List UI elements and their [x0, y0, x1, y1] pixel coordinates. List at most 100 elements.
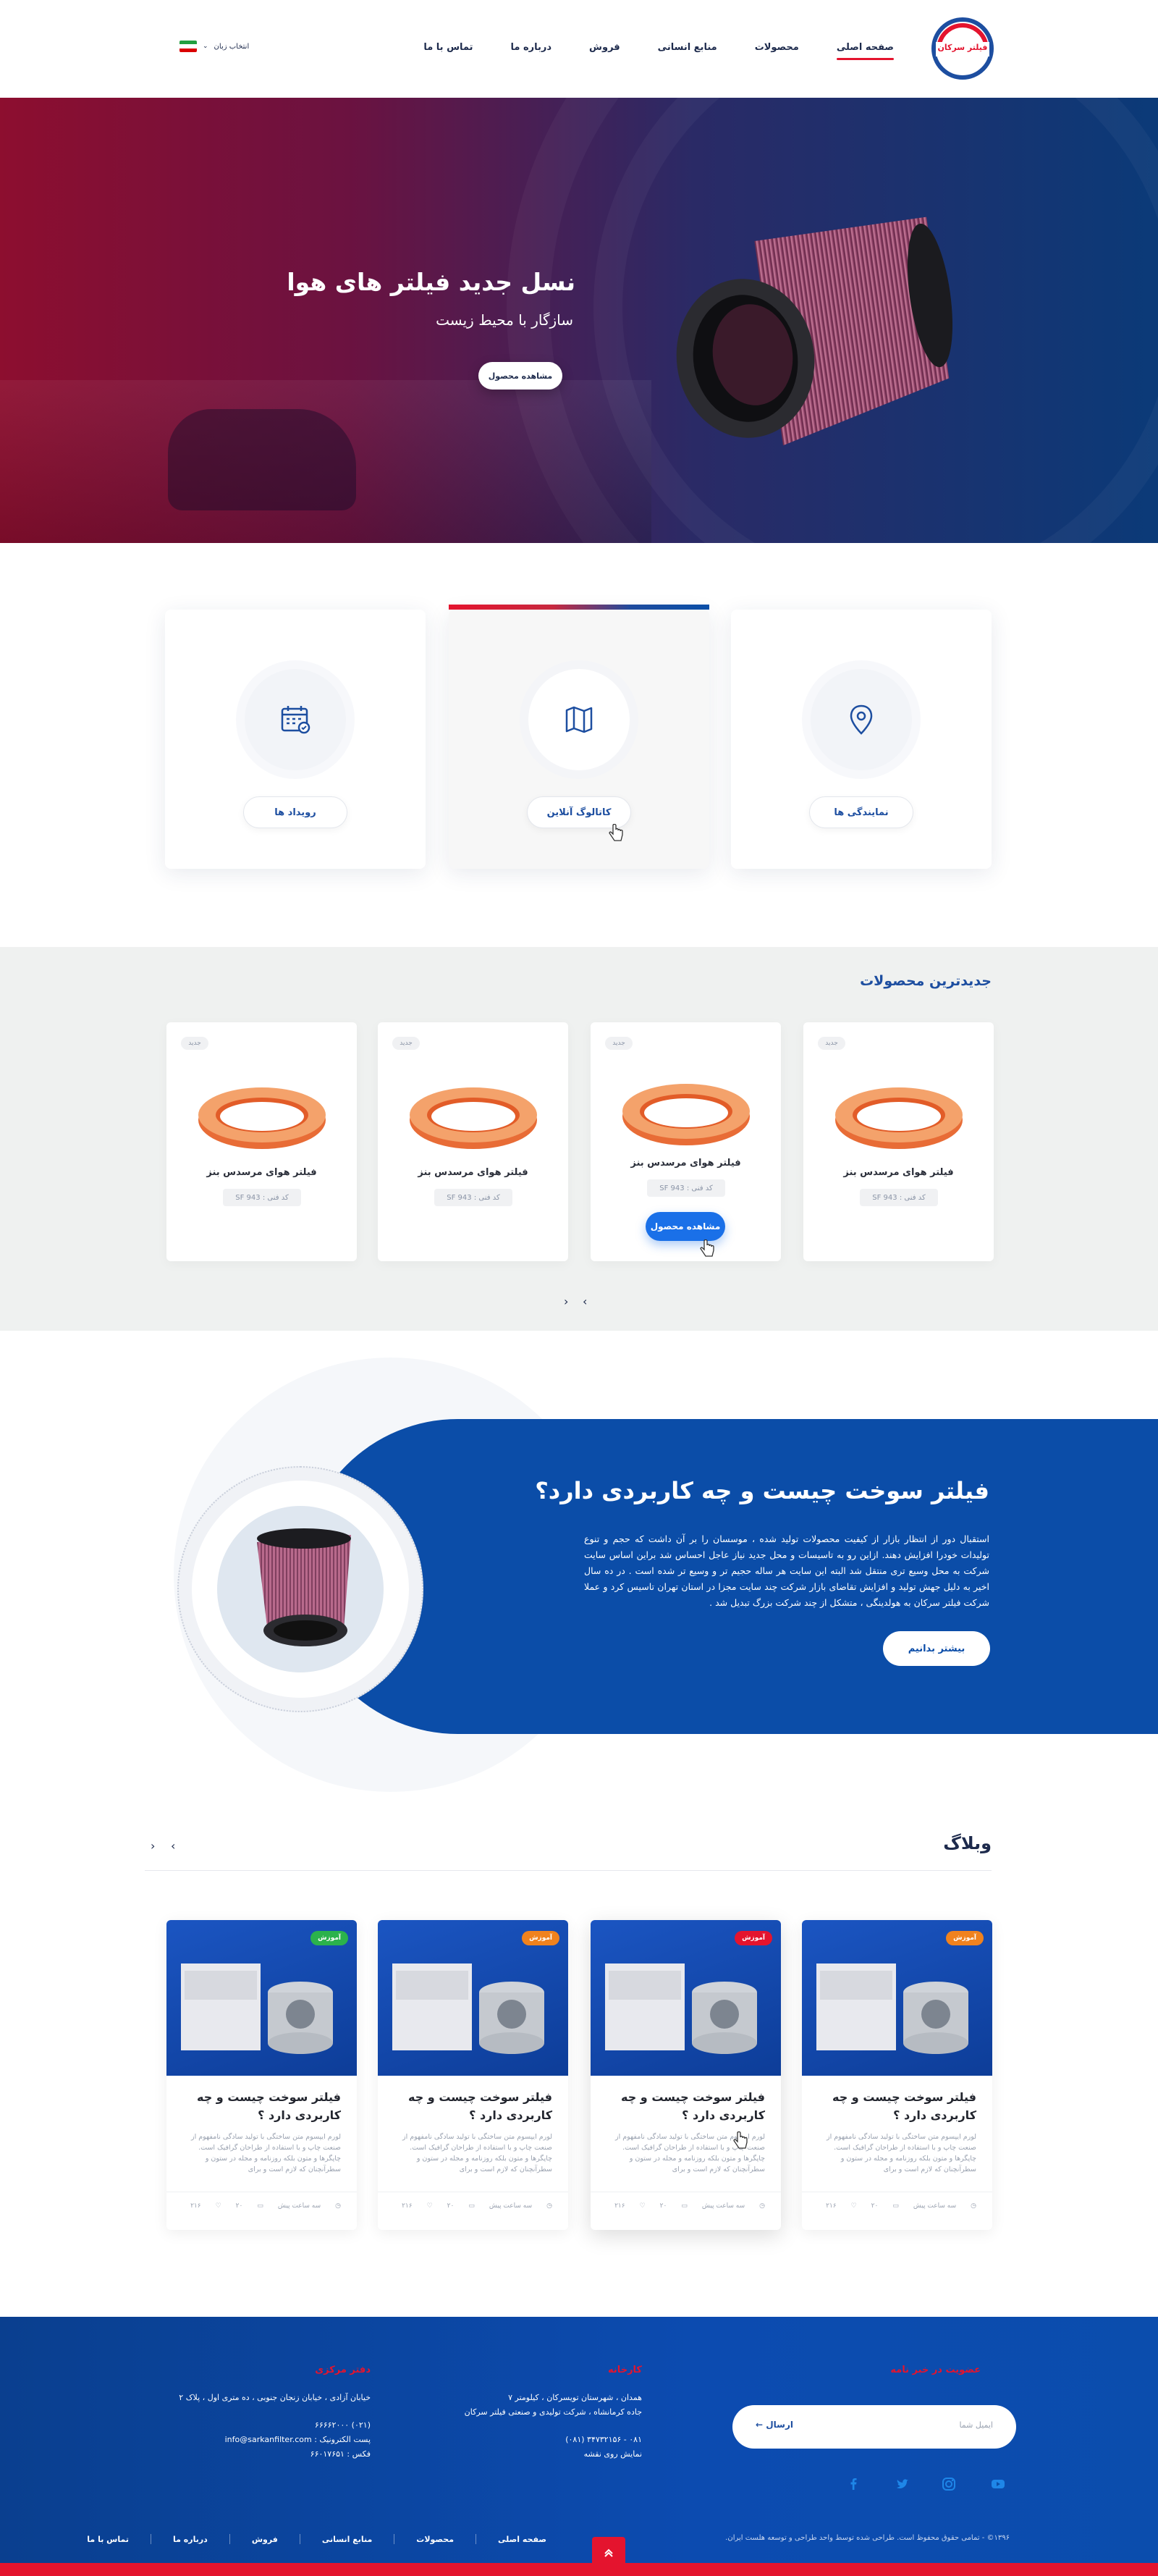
product-filter-image: [835, 1087, 963, 1149]
heart-icon[interactable]: ♡: [216, 2202, 221, 2210]
about-title: فیلتر سوخت چیست و چه کاربردی دارد؟: [535, 1477, 989, 1504]
footer-bottom-bar: [0, 2563, 1158, 2576]
latest-products-section: جدیدترین محصولات جدید فیلتر هوای مرسدس ب…: [0, 947, 1158, 1331]
blog-comments: ۲۰: [235, 2202, 243, 2210]
product-name: فیلتر هوای مرسدس بنز: [418, 1167, 528, 1178]
product-card[interactable]: جدید فیلتر هوای مرسدس بنز کد فنی : SF 94…: [803, 1022, 994, 1261]
heart-icon[interactable]: ♡: [851, 2202, 857, 2210]
blog-post-title[interactable]: فیلتر سوخت چیست و چه کاربردی دارد ؟: [393, 2088, 552, 2124]
blog-post-title[interactable]: فیلتر سوخت چیست و چه کاربردی دارد ؟: [606, 2088, 765, 2124]
newsletter-title: عضویت در خبر نامه: [890, 2365, 981, 2375]
chevron-left-icon[interactable]: ‹: [151, 1839, 155, 1853]
feature-card-events[interactable]: رویداد ها: [165, 610, 426, 869]
blog-meta: ◷ سه ساعت پیش ▭ ۲۰ ♡ ۲۱۶: [190, 2202, 341, 2210]
about-text: استقبال دور از انتظار بازار از کیفیت محص…: [584, 1533, 989, 1608]
product-card[interactable]: جدید فیلتر هوای مرسدس بنز کد فنی : SF 94…: [591, 1022, 781, 1261]
agencies-button[interactable]: نمایندگی ها: [809, 796, 913, 828]
product-filter-image: [410, 1087, 537, 1149]
iran-flag-icon: [179, 41, 197, 52]
events-button[interactable]: رویداد ها: [243, 796, 347, 828]
new-badge: جدید: [181, 1037, 208, 1050]
product-name: فیلتر هوای مرسدس بنز: [843, 1167, 954, 1178]
footer-nav-human-resources[interactable]: منابع انسانی: [322, 2535, 372, 2544]
back-to-top-button[interactable]: [592, 2537, 625, 2569]
blog-post-title[interactable]: فیلتر سوخت چیست و چه کاربردی دارد ؟: [182, 2088, 341, 2124]
heart-icon[interactable]: ♡: [640, 2202, 646, 2210]
new-badge: جدید: [392, 1037, 420, 1050]
newsletter-submit-button[interactable]: ارسال ←: [756, 2420, 793, 2430]
youtube-icon[interactable]: [990, 2476, 1006, 2492]
blog-time: سه ساعت پیش: [277, 2202, 321, 2210]
clock-icon: ◷: [759, 2202, 765, 2210]
comment-icon: ▭: [257, 2202, 263, 2210]
blog-tag[interactable]: آموزش: [522, 1931, 559, 1945]
arrow-left-icon: ←: [756, 2420, 764, 2430]
nav-products[interactable]: محصولات: [755, 42, 799, 53]
hand-cursor-icon: [733, 2131, 748, 2149]
office-address: خیابان آزادی ، خیابان زنجان جنوبی ، ده م…: [179, 2393, 371, 2402]
double-chevron-up-icon: [604, 2548, 613, 2557]
feature-card-agencies[interactable]: نمایندگی ها: [731, 610, 992, 869]
blog-card[interactable]: آموزش فیلتر سوخت چیست و چه کاربردی دارد …: [378, 1920, 568, 2230]
blog-post-title[interactable]: فیلتر سوخت چیست و چه کاربردی دارد ؟: [817, 2088, 976, 2124]
language-label: انتخاب زبان: [214, 42, 250, 51]
newsletter-email-input[interactable]: ایمیل شما: [959, 2420, 993, 2430]
newsletter-form: ایمیل شما ارسال ←: [732, 2405, 1016, 2449]
view-product-button[interactable]: مشاهده محصول: [478, 362, 562, 390]
hero-car-image: [168, 409, 356, 510]
factory-address-line-2: جاده کرمانشاه ، شرکت تولیدی و صنعتی فیلت…: [464, 2407, 642, 2417]
blog-tag[interactable]: آموزش: [946, 1931, 984, 1945]
blog-meta: ◷ سه ساعت پیش ▭ ۲۰ ♡ ۲۱۶: [402, 2202, 552, 2210]
product-card[interactable]: جدید فیلتر هوای مرسدس بنز کد فنی : SF 94…: [378, 1022, 568, 1261]
instagram-icon[interactable]: [941, 2476, 957, 2492]
main-nav: صفحه اصلی محصولات منابع انسانی فروش دربا…: [386, 42, 895, 60]
feature-icon-circle: [528, 669, 630, 770]
view-product-button[interactable]: مشاهده محصول: [646, 1212, 725, 1241]
blog-card[interactable]: آموزش فیلتر سوخت چیست و چه کاربردی دارد …: [166, 1920, 357, 2230]
site-logo[interactable]: فیلتر سرکان: [930, 16, 995, 81]
blog-likes: ۲۱۶: [402, 2202, 413, 2210]
language-selector[interactable]: انتخاب زبان ⌄: [179, 41, 249, 52]
chevron-right-icon[interactable]: ›: [583, 1295, 587, 1308]
blog-meta: ◷ سه ساعت پیش ▭ ۲۰ ♡ ۲۱۶: [614, 2202, 765, 2210]
footer-nav-home[interactable]: صفحه اصلی: [498, 2535, 546, 2544]
product-filter-image: [622, 1084, 750, 1145]
comment-icon: ▭: [468, 2202, 475, 2210]
factory-map-link[interactable]: نمایش روی نقشه: [584, 2446, 642, 2463]
heart-icon[interactable]: ♡: [427, 2202, 433, 2210]
feature-card-catalog[interactable]: کاتالوگ آنلاین: [449, 605, 709, 869]
hand-cursor-icon: [700, 1239, 714, 1257]
twitter-icon[interactable]: [895, 2476, 910, 2492]
nav-human-resources[interactable]: منابع انسانی: [658, 42, 717, 53]
chevron-left-icon[interactable]: ‹: [564, 1295, 568, 1308]
copyright-text: ۱۳۹۶© - تمامی حقوق محفوظ است. طراحی شده …: [725, 2534, 1010, 2542]
product-code: کد فنی : SF 943: [647, 1179, 725, 1197]
office-title: دفتر مرکزی: [315, 2365, 371, 2375]
blog-comments: ۲۰: [871, 2202, 879, 2210]
clock-icon: ◷: [546, 2202, 552, 2210]
nav-home[interactable]: صفحه اصلی: [836, 42, 895, 60]
footer-nav-about[interactable]: درباره ما: [173, 2535, 208, 2544]
blog-time: سه ساعت پیش: [489, 2202, 533, 2210]
nav-contact[interactable]: تماس با ما: [423, 42, 473, 53]
location-pin-icon: [850, 704, 873, 735]
hero-title: نسل جدید فیلتر های هوا: [287, 268, 575, 296]
latest-products-title: جدیدترین محصولات: [860, 973, 992, 989]
chevron-right-icon[interactable]: ›: [171, 1839, 175, 1853]
blog-tag[interactable]: آموزش: [310, 1931, 348, 1945]
blog-card[interactable]: آموزش فیلتر سوخت چیست و چه کاربردی دارد …: [802, 1920, 992, 2230]
divider: [145, 1870, 992, 1871]
blog-comments: ۲۰: [447, 2202, 455, 2210]
nav-about[interactable]: درباره ما: [511, 42, 552, 53]
blog-tag[interactable]: آموزش: [735, 1931, 772, 1945]
learn-more-button[interactable]: بیشتر بدانیم: [883, 1631, 990, 1666]
product-card[interactable]: جدید فیلتر هوای مرسدس بنز کد فنی : SF 94…: [166, 1022, 357, 1261]
clock-icon: ◷: [335, 2202, 341, 2210]
blog-card[interactable]: آموزش فیلتر سوخت چیست و چه کاربردی دارد …: [591, 1920, 781, 2230]
nav-sales[interactable]: فروش: [589, 42, 620, 53]
blog-likes: ۲۱۶: [190, 2202, 201, 2210]
facebook-icon[interactable]: [845, 2476, 861, 2492]
footer-nav-contact[interactable]: تماس با ما: [87, 2535, 129, 2544]
footer-nav-sales[interactable]: فروش: [252, 2535, 278, 2544]
footer-nav-products[interactable]: محصولات: [416, 2535, 454, 2544]
